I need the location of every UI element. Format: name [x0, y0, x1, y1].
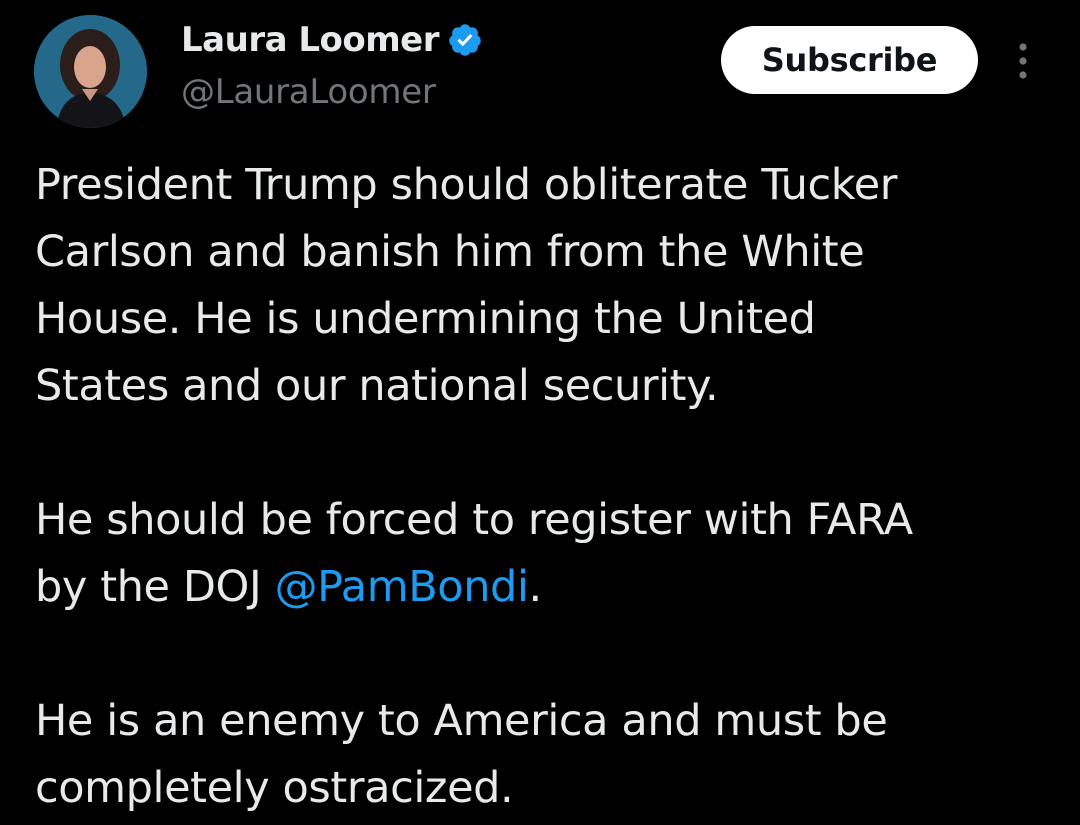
tweet-line: Carlson and banish him from the White: [35, 227, 865, 277]
tweet-line: He should be forced to register with FAR…: [35, 495, 913, 545]
tweet-line: House. He is undermining the United: [35, 294, 816, 344]
tweet-text: President Trump should obliterate Tucker…: [35, 152, 1065, 822]
author-display-name[interactable]: Laura Loomer: [181, 20, 440, 60]
author-handle[interactable]: @LauraLoomer: [181, 72, 436, 112]
subscribe-button[interactable]: Subscribe: [721, 26, 978, 94]
tweet-text-segment: .: [528, 562, 543, 612]
tweet-line: States and our national security.: [35, 361, 719, 411]
tweet-line-with-mention: by the DOJ @PamBondi.: [35, 554, 1065, 621]
verified-badge-icon: [449, 24, 481, 56]
tweet-line: completely ostracized.: [35, 763, 514, 813]
tweet-text-segment: by the DOJ: [35, 562, 275, 612]
author-name-row: Laura Loomer: [181, 20, 483, 60]
more-vertical-icon: [1019, 43, 1027, 79]
tweet-line: He is an enemy to America and must be: [35, 696, 888, 746]
mention-link[interactable]: @PamBondi: [275, 562, 529, 612]
more-options-button[interactable]: [1006, 36, 1040, 86]
avatar-image: [34, 15, 147, 128]
avatar[interactable]: [34, 15, 147, 128]
tweet-line: President Trump should obliterate Tucker: [35, 160, 898, 210]
